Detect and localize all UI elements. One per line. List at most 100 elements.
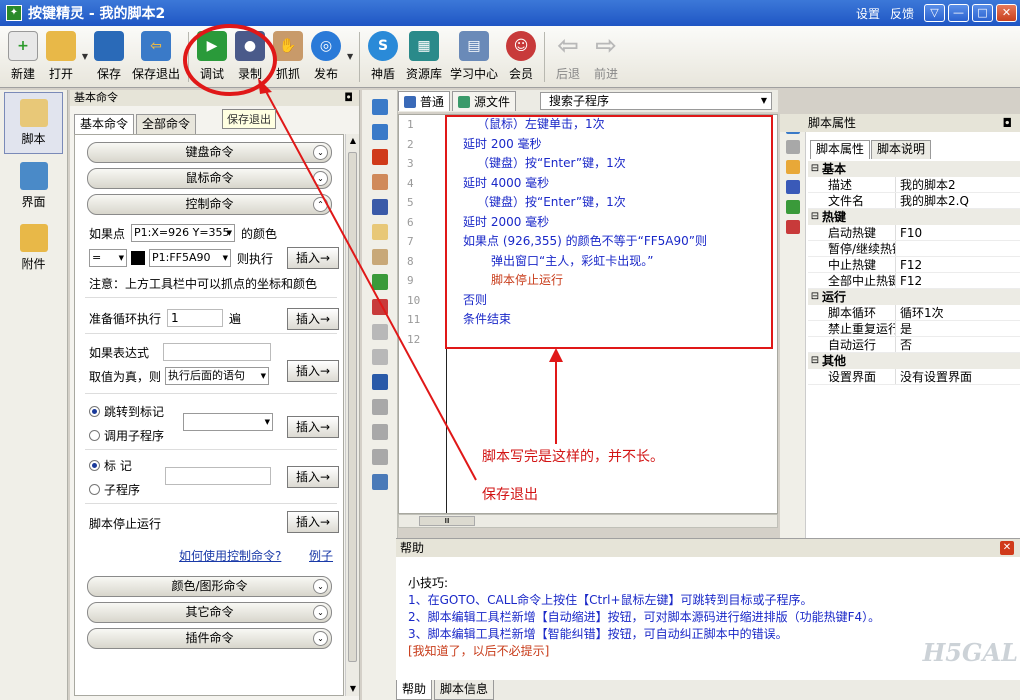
mark-radio-row[interactable]: 标 记	[89, 457, 132, 474]
delete-icon[interactable]	[371, 149, 388, 165]
copy-icon[interactable]	[371, 224, 388, 240]
format-icon[interactable]	[371, 449, 388, 465]
scroll-down-icon[interactable]: ▼	[346, 682, 360, 696]
mark-name-input[interactable]	[165, 467, 271, 485]
code-line[interactable]: 延时 200 毫秒	[463, 135, 773, 155]
category-control[interactable]: 控制命令 ⌃	[87, 194, 332, 215]
color-select[interactable]: P1:FF5A90	[149, 249, 231, 267]
how-to-link[interactable]: 如何使用控制命令?	[179, 547, 281, 564]
property-category[interactable]: ⊟ 其他	[808, 353, 1020, 369]
property-value[interactable]: 没有设置界面	[896, 369, 972, 384]
plugin-icon[interactable]	[785, 180, 800, 194]
settings-link[interactable]: 设置	[856, 5, 880, 22]
add-tool-icon[interactable]	[785, 200, 800, 214]
insert-button-jump[interactable]: 插入→	[287, 416, 339, 438]
property-category[interactable]: ⊟ 热键	[808, 209, 1020, 225]
collapse-icon[interactable]: ⊟	[808, 289, 822, 305]
property-row[interactable]: 设置界面 没有设置界面	[808, 369, 1020, 385]
collapse-icon[interactable]: ⊟	[808, 209, 822, 225]
palette-icon[interactable]	[785, 160, 800, 174]
insert-button-loop[interactable]: 插入→	[287, 308, 339, 330]
property-value[interactable]: 我的脚本2.Q	[896, 193, 969, 208]
property-value[interactable]: F10	[896, 225, 922, 240]
redo-icon[interactable]	[371, 349, 388, 365]
scroll-up-icon[interactable]: ▲	[346, 134, 360, 148]
example-link[interactable]: 例子	[309, 547, 333, 564]
save-exit-button[interactable]: ⇦ 保存退出	[128, 26, 184, 86]
feedback-link[interactable]: 反馈	[890, 5, 914, 22]
horizontal-scroll-thumb[interactable]: Ⅲ	[419, 516, 475, 526]
property-row[interactable]: 暂停/继续热键	[808, 241, 1020, 257]
collapse-icon[interactable]: ⊟	[808, 353, 822, 369]
undo-icon[interactable]	[371, 324, 388, 340]
jump-radio-row[interactable]: 跳转到标记	[89, 403, 164, 420]
code-line[interactable]: 脚本停止运行	[463, 271, 773, 291]
save-button[interactable]: 保存	[90, 26, 128, 86]
debug-button[interactable]: ▶ 调试	[193, 26, 231, 86]
command-scrollbar[interactable]: ▲ ▼	[345, 134, 359, 696]
tab-script-description[interactable]: 脚本说明	[871, 140, 932, 159]
nav-item-attachment[interactable]: 附件	[4, 218, 63, 278]
nav-item-interface[interactable]: 界面	[4, 156, 63, 216]
back-button[interactable]: ⇦ 后退	[549, 26, 587, 86]
subroutine-radio-row[interactable]: 子程序	[89, 481, 140, 498]
code-line[interactable]: 延时 2000 毫秒	[463, 213, 773, 233]
property-category[interactable]: ⊟ 运行	[808, 289, 1020, 305]
category-color-image[interactable]: 颜色/图形命令 ⌄	[87, 576, 332, 597]
collapse-icon[interactable]: ⊟	[808, 161, 822, 177]
category-plugin[interactable]: 插件命令 ⌄	[87, 628, 332, 649]
replace-icon[interactable]	[371, 424, 388, 440]
property-value[interactable]: 循环1次	[896, 305, 944, 320]
close-button[interactable]: ✕	[996, 4, 1017, 22]
paste-icon[interactable]	[371, 249, 388, 265]
move-up-icon[interactable]	[371, 124, 388, 140]
scroll-thumb[interactable]	[348, 152, 357, 662]
true-branch-select[interactable]: 执行后面的语句	[165, 367, 270, 385]
open-button[interactable]: 打开	[42, 26, 80, 86]
property-value[interactable]: F12	[896, 257, 922, 272]
open-dropdown-arrow[interactable]: ▼	[80, 26, 90, 86]
mark-radio[interactable]	[89, 460, 100, 471]
property-value[interactable]: 是	[896, 321, 912, 336]
eye-preview-icon[interactable]	[371, 474, 388, 490]
publish-dropdown-arrow[interactable]: ▼	[345, 26, 355, 86]
dismiss-tips-link[interactable]: [我知道了，以后不必提示]	[408, 643, 880, 660]
editor-horizontal-scrollbar[interactable]: Ⅲ	[398, 514, 778, 528]
pin-icon[interactable]: ◘	[1003, 114, 1013, 132]
category-keyboard[interactable]: 键盘命令 ⌄	[87, 142, 332, 163]
insert-button-mark[interactable]: 插入→	[287, 466, 339, 488]
insert-button-expression[interactable]: 插入→	[287, 360, 339, 382]
expression-input[interactable]	[163, 343, 272, 361]
find-icon[interactable]	[371, 399, 388, 415]
uncomment-icon[interactable]	[371, 299, 388, 315]
tab-normal-view[interactable]: 普通	[398, 91, 451, 111]
remove-tool-icon[interactable]	[785, 220, 800, 234]
tab-script-properties[interactable]: 脚本属性	[810, 140, 871, 159]
comment-icon[interactable]	[371, 274, 388, 290]
move-down-icon[interactable]	[371, 99, 388, 115]
new-button[interactable]: + 新建	[4, 26, 42, 86]
minimize-button[interactable]: —	[948, 4, 969, 22]
category-other[interactable]: 其它命令 ⌄	[87, 602, 332, 623]
code-line[interactable]: （键盘）按“Enter”键，1次	[463, 154, 773, 174]
code-area[interactable]: （鼠标）左键单击，1次 延时 200 毫秒 （键盘）按“Enter”键，1次 延时 4…	[463, 115, 773, 330]
maximize-button[interactable]: □	[972, 4, 993, 22]
call-radio[interactable]	[89, 430, 100, 441]
hand-icon[interactable]	[371, 174, 388, 190]
code-line[interactable]: 弹出窗口“主人，彩虹卡出现。”	[463, 252, 773, 272]
tab-help[interactable]: 帮助	[396, 680, 433, 700]
point-select[interactable]: P1:X=926 Y=355	[131, 224, 236, 242]
property-row[interactable]: 脚本循环 循环1次	[808, 305, 1020, 321]
shield-button[interactable]: S 神盾	[364, 26, 402, 86]
tab-source-file[interactable]: 源文件	[452, 91, 517, 111]
property-row[interactable]: 文件名 我的脚本2.Q	[808, 193, 1020, 209]
property-value[interactable]: 我的脚本2	[896, 177, 956, 192]
nav-item-script[interactable]: 脚本	[4, 92, 63, 154]
subroutine-search-select[interactable]: 搜索子程序	[540, 92, 772, 110]
insert-button-stop[interactable]: 插入→	[287, 511, 339, 533]
member-button[interactable]: ☺ 会员	[502, 26, 540, 86]
property-row[interactable]: 启动热键 F10	[808, 225, 1020, 241]
resource-library-button[interactable]: ▦ 资源库	[402, 26, 446, 86]
property-value[interactable]: 否	[896, 337, 912, 352]
operator-select[interactable]: =	[89, 249, 127, 267]
